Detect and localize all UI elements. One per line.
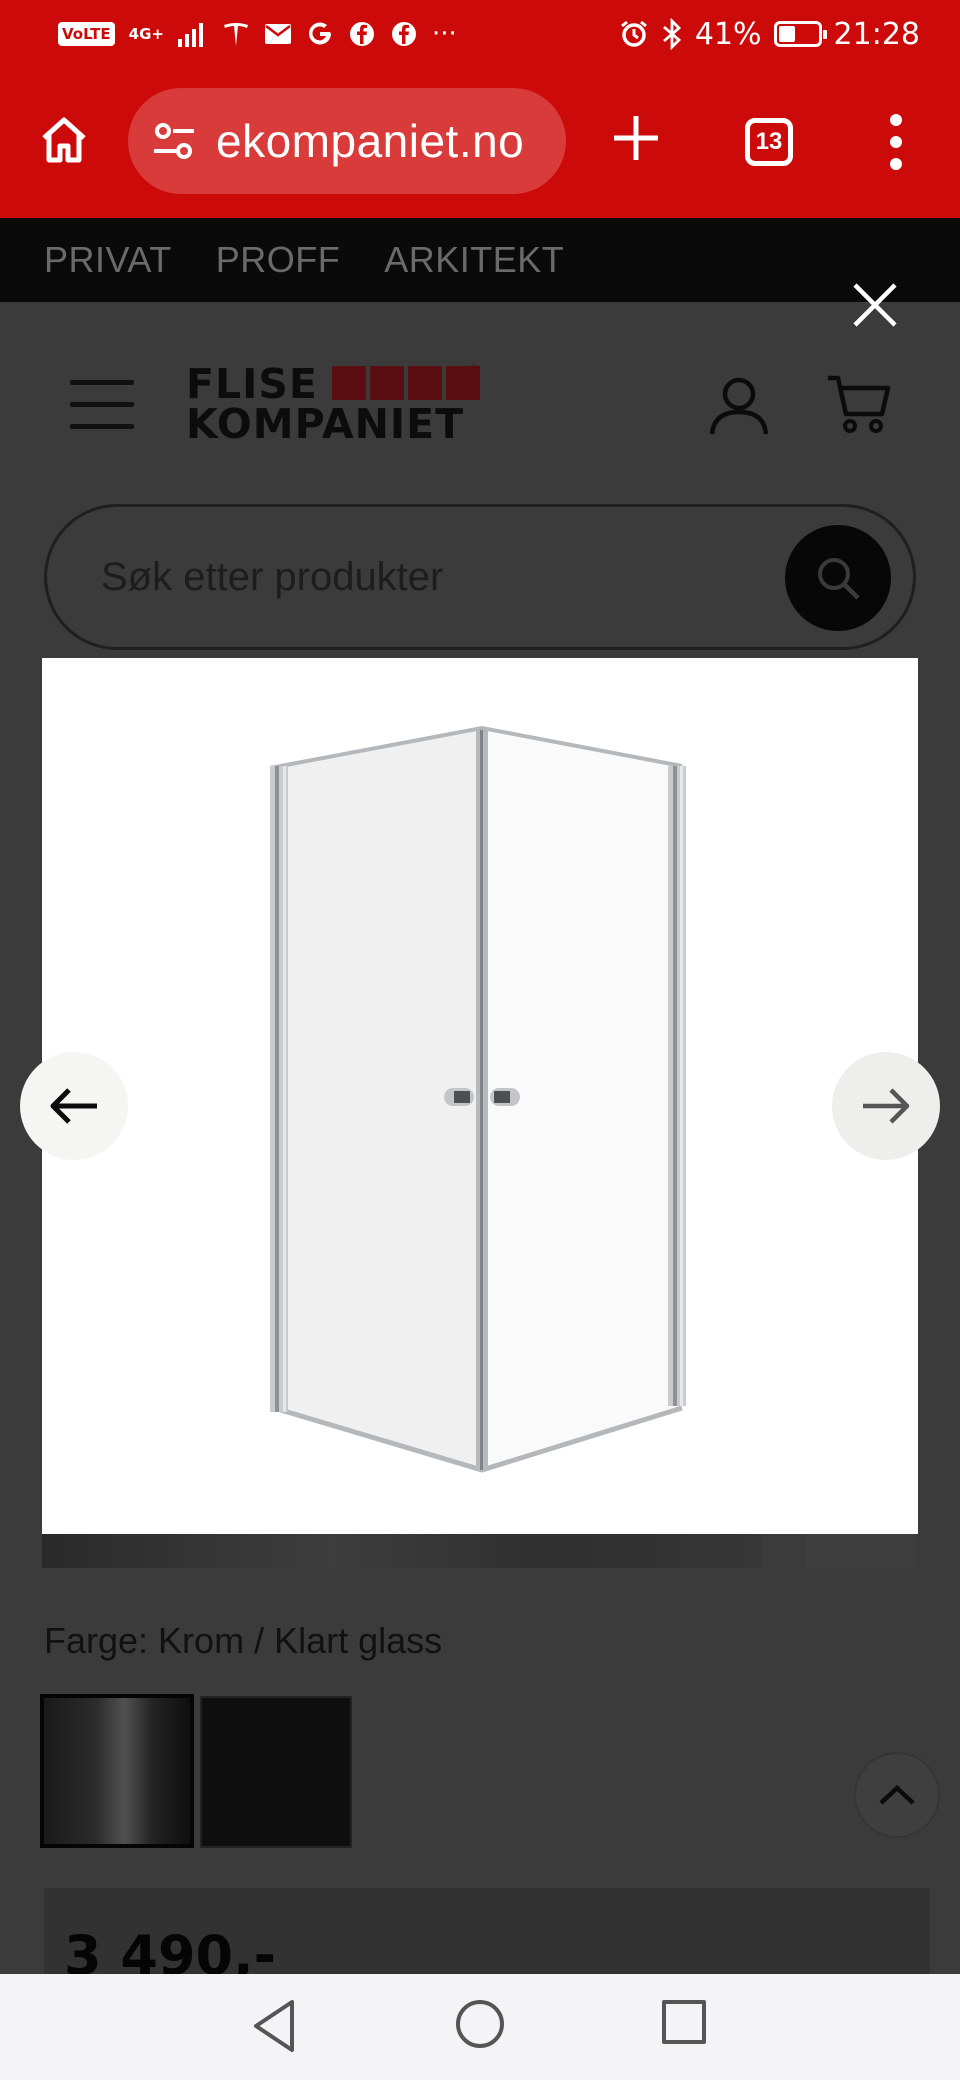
more-vert-icon[interactable] — [884, 112, 908, 172]
menu-icon[interactable] — [70, 380, 134, 430]
tab-count: 13 — [755, 128, 783, 155]
previous-image-button[interactable] — [20, 1052, 128, 1160]
cart-icon[interactable] — [826, 372, 892, 438]
browser-toolbar: ekompaniet.no 13 — [0, 68, 960, 218]
color-label: Farge: Krom / Klart glass — [44, 1620, 443, 1661]
home-circle-icon[interactable] — [456, 2000, 504, 2048]
logo[interactable]: FLISE KOMPANIET ® — [186, 362, 480, 448]
search-placeholder: Søk etter produkter — [101, 554, 444, 599]
svart-swatch[interactable] — [200, 1696, 352, 1848]
nav-proff[interactable]: PROFF — [216, 239, 341, 281]
next-image-button[interactable] — [832, 1052, 940, 1160]
site-segment-nav: PRIVAT PROFF ARKITEKT — [0, 218, 960, 302]
tesla-icon — [223, 23, 248, 46]
status-bar: VoLTE 4G+ ··· 41% 21:28 — [0, 0, 960, 68]
volte-badge: VoLTE — [58, 22, 115, 46]
mail-icon — [264, 24, 291, 44]
chevron-up-icon — [879, 1784, 915, 1805]
clock: 21:28 — [833, 16, 920, 52]
battery-icon — [773, 21, 827, 47]
arrow-right-icon — [863, 1088, 910, 1124]
shower-enclosure-image — [269, 725, 686, 1473]
url-text: ekompaniet.no — [216, 115, 525, 167]
logo-squares — [332, 366, 480, 400]
home-icon[interactable] — [38, 114, 90, 166]
arrow-left-icon — [50, 1088, 97, 1124]
bluetooth-icon — [662, 18, 681, 50]
facebook-icon — [391, 22, 416, 46]
google-icon — [308, 22, 331, 45]
tab-switcher-button[interactable]: 13 — [745, 118, 793, 166]
site-settings-icon[interactable] — [150, 117, 198, 165]
gallery-thumbnail-strip — [42, 1532, 762, 1568]
signal-icon — [177, 23, 203, 47]
more-notifications: ··· — [431, 19, 457, 49]
recents-icon[interactable] — [662, 2000, 706, 2044]
nav-arkitekt[interactable]: ARKITEKT — [384, 239, 564, 281]
search-icon — [818, 558, 860, 600]
krom-swatch[interactable] — [40, 1694, 194, 1848]
new-tab-icon[interactable] — [610, 112, 662, 164]
close-icon[interactable] — [852, 282, 898, 328]
scroll-to-top-button[interactable] — [854, 1752, 940, 1838]
facebook-icon — [349, 22, 374, 46]
gallery-thumbnail-strip-end — [806, 1532, 916, 1568]
address-bar[interactable]: ekompaniet.no — [128, 88, 566, 194]
back-icon[interactable] — [250, 1998, 300, 2054]
system-nav-bar — [0, 1974, 960, 2080]
network-type: 4G+ — [128, 25, 164, 43]
logo-line2: KOMPANIET — [186, 400, 465, 448]
alarm-icon — [620, 20, 647, 47]
user-icon[interactable] — [706, 372, 772, 438]
nav-privat[interactable]: PRIVAT — [44, 239, 172, 281]
logo-registered: ® — [470, 362, 479, 376]
product-image-lightbox — [42, 658, 918, 1534]
screen: VoLTE 4G+ ··· 41% 21:28 ekompaniet.no 13 — [0, 0, 960, 2080]
battery-percent: 41% — [694, 16, 762, 52]
search-button[interactable] — [785, 525, 891, 631]
search-field[interactable]: Søk etter produkter — [44, 504, 916, 650]
